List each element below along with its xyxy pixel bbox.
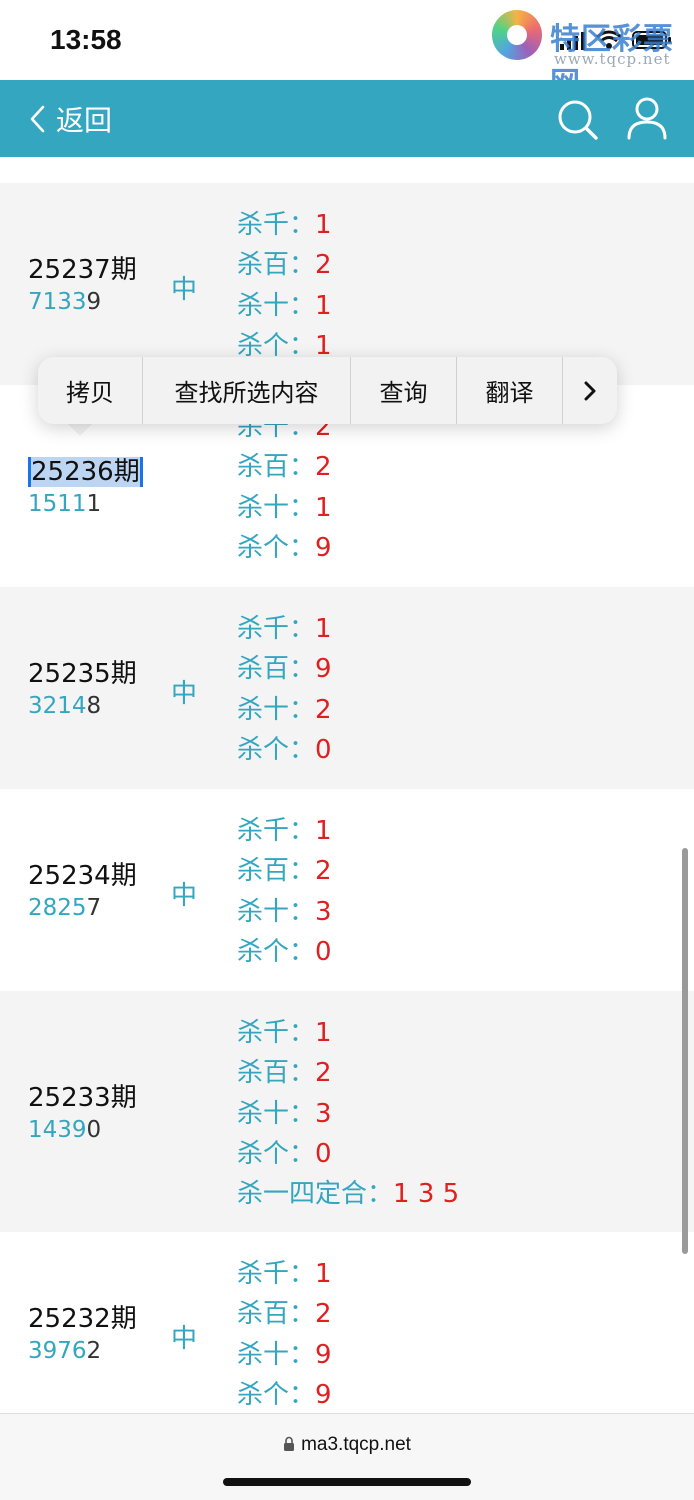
period-label: 25233期 [28, 1083, 137, 1113]
copy-menu-item[interactable]: 拷贝 [38, 357, 143, 424]
list-item: 25234期 28257 中 杀千：1 杀百：2 杀十：3 杀个：0 [0, 789, 694, 991]
kill-line: 杀千：1 [237, 1018, 332, 1048]
find-selection-menu-item[interactable]: 查找所选内容 [143, 357, 351, 424]
kill-line: 杀百：2 [237, 1299, 332, 1330]
kill-line: 杀百：2 [237, 856, 332, 887]
hit-mark: 中 [171, 1324, 198, 1354]
lookup-menu-item[interactable]: 查询 [351, 357, 457, 424]
draw-numbers: 39762 [28, 1338, 102, 1364]
kill-line: 杀千：1 [237, 816, 332, 846]
kill-list: 杀千：1 杀百：9 杀十：2 杀个：0 [237, 609, 332, 770]
list-item: 25232期 39762 中 杀千：1 杀百：2 杀十：9 杀个：9 [0, 1232, 694, 1434]
context-menu-pointer [66, 422, 94, 436]
context-menu: 拷贝 查找所选内容 查询 翻译 [38, 357, 617, 424]
draw-numbers: 71339 [28, 289, 102, 315]
selected-text[interactable]: 25236期 [28, 457, 143, 487]
status-bar: 13:58 特区彩票网 www.tqcp.net [0, 0, 694, 101]
more-menu-button[interactable] [563, 357, 617, 424]
draw-numbers: 32148 [28, 693, 102, 719]
kill-line: 杀百：2 [237, 1058, 332, 1089]
hit-mark: 中 [171, 275, 198, 305]
kill-line: 杀十：1 [237, 290, 332, 321]
kill-list: 杀千：1 杀百：2 杀十：9 杀个：9 [237, 1254, 332, 1415]
kill-list: 杀千：2 杀百：2 杀十：1 杀个：9 [237, 407, 332, 568]
kill-line: 杀十：3 [237, 1098, 332, 1129]
list-item: 25233期 14390 杀千：1 杀百：2 杀十：3 杀个：0 杀一四定合：1… [0, 991, 694, 1232]
kill-line: 杀百：2 [237, 452, 332, 483]
hit-mark: 中 [171, 679, 198, 709]
kill-line: 杀十：3 [237, 896, 332, 927]
chevron-left-icon [30, 105, 45, 132]
kill-line: 杀十：2 [237, 694, 332, 725]
watermark-url: www.tqcp.net [554, 50, 671, 68]
period-label: 25235期 [28, 659, 137, 689]
period-label: 25234期 [28, 861, 137, 891]
chevron-right-icon [584, 381, 596, 400]
back-button[interactable]: 返回 [28, 80, 112, 157]
kill-line: 杀个：9 [237, 1379, 332, 1410]
kill-line: 杀个：9 [237, 532, 332, 563]
kill-list: 杀千：1 杀百：2 杀十：1 杀个：1 [237, 205, 332, 366]
address-bar[interactable]: ma3.tqcp.net [0, 1413, 694, 1500]
kill-line: 杀百：9 [237, 654, 332, 685]
status-time: 13:58 [50, 24, 122, 55]
watermark: 特区彩票网 www.tqcp.net [492, 8, 692, 101]
user-icon[interactable] [626, 96, 668, 140]
back-label: 返回 [56, 103, 113, 137]
kill-line: 杀十：1 [237, 492, 332, 523]
kill-line: 杀千：1 [237, 1259, 332, 1289]
list-item: 25235期 32148 中 杀千：1 杀百：9 杀十：2 杀个：0 [0, 587, 694, 789]
period-label: 25232期 [28, 1304, 137, 1334]
home-indicator[interactable] [223, 1478, 471, 1486]
kill-line: 杀个：0 [237, 734, 332, 765]
nav-header: 返回 [0, 80, 694, 157]
kill-line: 杀个：0 [237, 936, 332, 967]
hit-mark: 中 [171, 881, 198, 911]
period-label: 25236期 [28, 451, 143, 488]
period-label: 25237期 [28, 255, 137, 285]
kill-line: 杀百：2 [237, 250, 332, 281]
watermark-logo-icon [492, 10, 542, 60]
draw-numbers: 15111 [28, 491, 102, 517]
kill-line: 杀千：1 [237, 210, 332, 240]
kill-line: 杀千：1 [237, 614, 332, 644]
draw-numbers: 14390 [28, 1117, 102, 1143]
kill-list: 杀千：1 杀百：2 杀十：3 杀个：0 [237, 811, 332, 972]
draw-numbers: 28257 [28, 895, 102, 921]
translate-menu-item[interactable]: 翻译 [457, 357, 563, 424]
kill-line: 杀十：9 [237, 1339, 332, 1370]
kill-line: 杀个：0 [237, 1138, 332, 1169]
kill-list: 杀千：1 杀百：2 杀十：3 杀个：0 杀一四定合：1 3 5 [237, 1013, 459, 1214]
list-item: 25237期 71339 中 杀千：1 杀百：2 杀十：1 杀个：1 [0, 183, 694, 385]
kill-line: 杀一四定合：1 3 5 [237, 1179, 460, 1210]
url-display[interactable]: ma3.tqcp.net [0, 1434, 694, 1456]
url-text: ma3.tqcp.net [301, 1434, 411, 1455]
search-icon[interactable] [556, 98, 598, 140]
scrollbar[interactable] [682, 848, 688, 1254]
lock-icon [284, 1436, 295, 1451]
